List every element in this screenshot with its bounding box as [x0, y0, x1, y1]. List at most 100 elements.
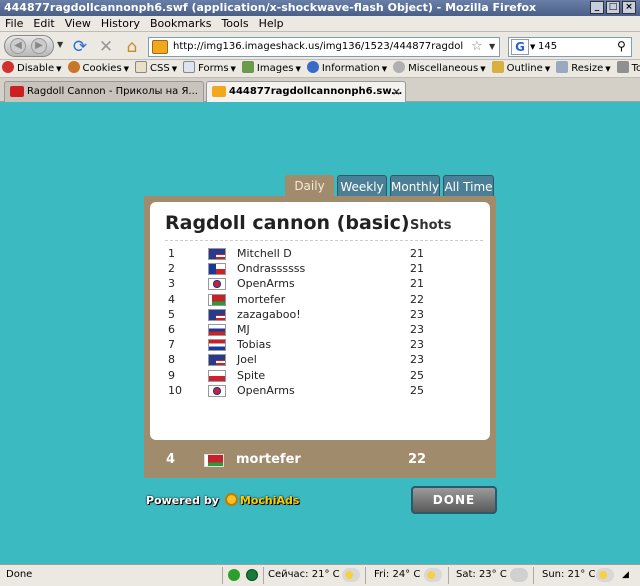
- back-arrow-icon[interactable]: ◀: [10, 38, 26, 54]
- close-tab-icon[interactable]: ×: [392, 82, 401, 101]
- wd-resize-menu[interactable]: Resize ▼: [554, 60, 614, 77]
- reload-icon[interactable]: ⟳: [70, 37, 90, 57]
- wd-css-menu[interactable]: CSS ▼: [133, 60, 181, 77]
- tab-label: 444877ragdollcannonph6.sw...: [229, 86, 403, 97]
- done-button[interactable]: DONE: [411, 486, 497, 514]
- url-bar[interactable]: http://img136.imageshack.us/img136/1523/…: [148, 37, 500, 57]
- weather-sat[interactable]: Sat: 23° C: [456, 565, 507, 585]
- row-name: OpenArms: [237, 277, 295, 291]
- tab-weekly[interactable]: Weekly: [337, 175, 387, 198]
- information-icon: [306, 61, 319, 73]
- google-engine-icon[interactable]: G: [511, 39, 529, 55]
- slovakia-flag-icon: [208, 324, 226, 336]
- shots-header: Shots: [410, 218, 452, 233]
- site-favicon-icon: [152, 40, 168, 54]
- belarus-flag-icon: [204, 454, 224, 467]
- menu-tools[interactable]: Tools: [216, 16, 253, 31]
- leaderboard-title: Ragdoll cannon (basic): [165, 212, 410, 234]
- row-rank: 2: [168, 262, 175, 276]
- row-name: Spite: [237, 368, 266, 382]
- imageshack-favicon-icon: [212, 86, 226, 97]
- css-icon: [135, 61, 148, 73]
- leaderboard-row: 3 OpenArms 21: [150, 276, 490, 291]
- row-name: MJ: [237, 323, 250, 336]
- row-rank: 3: [168, 277, 175, 291]
- search-box[interactable]: G ▼ 145 ⚲: [508, 37, 632, 57]
- tab-all-time[interactable]: All Time: [443, 175, 494, 198]
- menu-file[interactable]: File: [0, 16, 28, 31]
- menu-edit[interactable]: Edit: [28, 16, 59, 31]
- engine-dropdown-icon[interactable]: ▼: [530, 43, 535, 51]
- leaderboard-row: 8 Joel 23: [150, 352, 490, 367]
- back-forward-button[interactable]: ◀ ▶: [4, 35, 54, 57]
- url-text[interactable]: http://img136.imageshack.us/img136/1523/…: [173, 41, 463, 52]
- wd-tools-menu[interactable]: Too: [615, 60, 640, 77]
- weather-sun[interactable]: Sun: 21° C: [542, 565, 595, 585]
- row-rank: 10: [168, 383, 182, 397]
- navigation-toolbar: ◀ ▶ ▼ ⟳ ✕ ⌂ http://img136.imageshack.us/…: [0, 32, 640, 60]
- addon-status-icon[interactable]: [246, 569, 258, 581]
- row-score: 22: [410, 292, 424, 306]
- bookmark-star-icon[interactable]: ☆: [471, 39, 483, 54]
- wd-outline-menu[interactable]: Outline ▼: [490, 60, 555, 77]
- row-score: 23: [410, 323, 424, 336]
- mochiads-brand: MochiAds: [239, 494, 300, 507]
- row-score: 25: [410, 383, 424, 397]
- wd-images-menu[interactable]: Images ▼: [240, 60, 305, 77]
- tab-ragdoll-cannon[interactable]: Ragdoll Cannon - Приколы на Я...: [4, 81, 204, 102]
- row-rank: 8: [168, 353, 175, 367]
- url-dropdown-icon[interactable]: ▼: [489, 42, 495, 51]
- row-score: 23: [410, 307, 424, 321]
- wd-miscellaneous-menu[interactable]: Miscellaneous ▼: [391, 60, 490, 77]
- weather-fri[interactable]: Fri: 24° C: [374, 565, 420, 585]
- header-divider: [165, 240, 483, 241]
- history-dropdown-icon[interactable]: ▼: [57, 40, 63, 49]
- resize-grip-icon[interactable]: ◢: [622, 565, 629, 585]
- row-name: Joel: [237, 353, 257, 367]
- tab-daily[interactable]: Daily: [285, 175, 334, 198]
- maximize-icon[interactable]: □: [606, 1, 620, 14]
- row-rank: 4: [168, 292, 175, 306]
- tab-swf-file[interactable]: 444877ragdollcannonph6.sw... ×: [206, 81, 406, 102]
- row-name: Mitchell D: [237, 247, 292, 260]
- czech-flag-icon: [208, 263, 226, 276]
- powered-by-mochiads[interactable]: Powered by MochiAds: [146, 493, 299, 507]
- search-input[interactable]: 145: [538, 41, 557, 52]
- leaderboard-row: 5 zazagaboo! 23: [150, 307, 490, 322]
- leaderboard-row: 1 Mitchell D 21: [150, 246, 490, 261]
- menu-bookmarks[interactable]: Bookmarks: [145, 16, 216, 31]
- search-icon[interactable]: ⚲: [617, 39, 626, 53]
- tab-monthly[interactable]: Monthly: [390, 175, 440, 198]
- miscellaneous-icon: [393, 61, 406, 73]
- forms-icon: [183, 61, 196, 73]
- minimize-icon[interactable]: _: [590, 1, 604, 14]
- usa-flag-icon: [208, 308, 226, 321]
- weather-now[interactable]: Сейчас: 21° C: [268, 565, 340, 585]
- cookies-icon: [67, 61, 80, 73]
- resize-icon: [556, 61, 569, 73]
- wd-information-menu[interactable]: Information ▼: [305, 60, 391, 77]
- belarus-flag-icon: [208, 293, 226, 306]
- menu-help[interactable]: Help: [254, 16, 289, 31]
- security-ok-icon[interactable]: [228, 569, 240, 581]
- netherlands-flag-icon: [208, 339, 226, 352]
- wd-disable-menu[interactable]: Disable ▼: [0, 60, 66, 77]
- forward-arrow-icon[interactable]: ▶: [31, 38, 47, 54]
- leaderboard-list: Ragdoll cannon (basic) Shots 1 Mitchell D…: [150, 202, 490, 440]
- leaderboard-row: 6 MJ 23: [150, 322, 490, 337]
- wd-cookies-menu[interactable]: Cookies ▼: [66, 60, 134, 77]
- menu-history[interactable]: History: [96, 16, 145, 31]
- window-titlebar: 444877ragdollcannonph6.swf (application/…: [0, 0, 640, 16]
- leaderboard-panel: Ragdoll cannon (basic) Shots 1 Mitchell D…: [144, 196, 496, 478]
- korea-flag-icon: [208, 278, 226, 291]
- home-icon[interactable]: ⌂: [122, 37, 142, 57]
- stop-icon[interactable]: ✕: [96, 37, 116, 57]
- powered-by-label: Powered by: [146, 494, 219, 507]
- status-text: Done: [6, 569, 33, 580]
- status-bar: Done Сейчас: 21° C Fri: 24° C Sat: 23° C…: [0, 564, 640, 586]
- close-window-icon[interactable]: ×: [622, 1, 636, 14]
- menu-view[interactable]: View: [60, 16, 96, 31]
- disable-icon: [2, 61, 14, 73]
- tab-label: Ragdoll Cannon - Приколы на Я...: [27, 86, 198, 97]
- wd-forms-menu[interactable]: Forms ▼: [181, 60, 240, 77]
